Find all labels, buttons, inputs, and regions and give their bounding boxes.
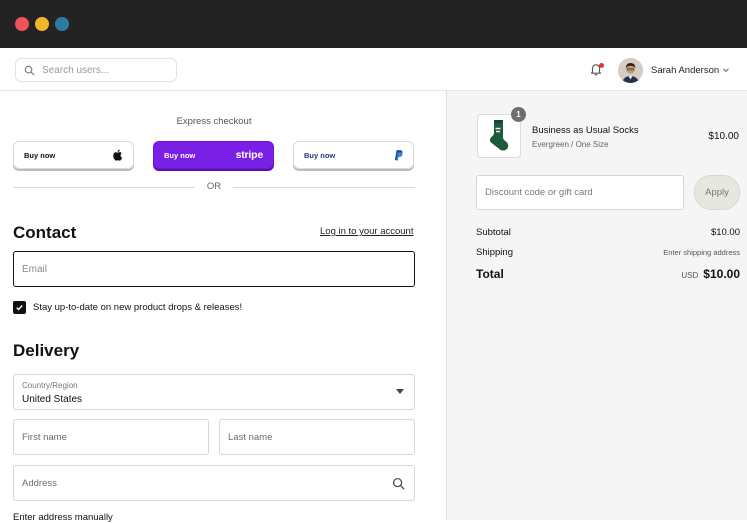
or-divider: OR	[13, 181, 415, 193]
discount-field[interactable]	[476, 175, 684, 210]
subtotal-row: Subtotal $10.00	[476, 227, 740, 241]
total-currency: USD	[681, 271, 699, 280]
apply-button[interactable]: Apply	[694, 175, 740, 210]
apple-pay-button[interactable]: Buy now	[13, 141, 134, 169]
stripe-logo: stripe	[235, 149, 264, 161]
subtotal-label: Subtotal	[476, 227, 511, 238]
email-input[interactable]	[22, 263, 406, 275]
paypal-icon	[394, 150, 403, 161]
total-label: Total	[476, 267, 504, 281]
newsletter-label: Stay up-to-date on new product drops & r…	[33, 302, 243, 313]
last-name-label: Last name	[228, 432, 273, 443]
checkout-form: Express checkout Buy now Buy now stripe …	[0, 91, 446, 523]
window-minimize-button[interactable]	[35, 17, 49, 31]
search-input[interactable]	[42, 64, 162, 76]
product-name: Business as Usual Socks	[532, 125, 639, 136]
shipping-row: Shipping Enter shipping address	[476, 247, 740, 261]
user-name[interactable]: Sarah Anderson	[651, 65, 719, 76]
search-icon[interactable]	[392, 477, 405, 490]
express-checkout-label: Express checkout	[176, 116, 252, 127]
search-icon	[24, 65, 35, 75]
avatar[interactable]	[618, 58, 643, 83]
paypal-label: Buy now	[304, 150, 336, 160]
checkmark-icon	[16, 305, 23, 311]
last-name-field[interactable]: Last name	[219, 419, 415, 455]
email-field[interactable]	[13, 251, 415, 287]
chevron-down-icon[interactable]	[721, 65, 731, 75]
address-label: Address	[22, 478, 57, 489]
shipping-value: Enter shipping address	[663, 248, 740, 257]
discount-input[interactable]	[485, 187, 675, 198]
window-close-button[interactable]	[15, 17, 29, 31]
window-titlebar	[0, 0, 747, 48]
country-select[interactable]: Country/Region United States	[13, 374, 415, 410]
country-value: United States	[22, 394, 83, 405]
quantity-badge: 1	[511, 107, 526, 122]
product-price: $10.00	[708, 131, 739, 142]
contact-heading: Contact	[13, 223, 77, 242]
total-amount: USD $10.00	[681, 267, 740, 281]
apple-pay-label: Buy now	[24, 150, 56, 160]
enter-address-manually-link[interactable]: Enter address manually	[13, 512, 113, 523]
paypal-button[interactable]: Buy now	[293, 141, 414, 169]
total-value: $10.00	[703, 267, 740, 281]
stripe-pay-label: Buy now	[164, 150, 196, 160]
sock-icon	[489, 120, 509, 151]
apple-icon	[113, 149, 123, 161]
dropdown-caret-icon	[396, 389, 404, 394]
user-avatar-image	[618, 58, 643, 83]
delivery-heading: Delivery	[13, 341, 80, 360]
stripe-pay-button[interactable]: Buy now stripe	[153, 141, 274, 169]
order-summary: 1 Business as Usual Socks Evergreen / On…	[446, 91, 747, 520]
search-box[interactable]	[15, 58, 177, 82]
newsletter-checkbox-row[interactable]: Stay up-to-date on new product drops & r…	[13, 301, 242, 314]
first-name-field[interactable]: First name	[13, 419, 209, 455]
address-field[interactable]: Address	[13, 465, 415, 501]
window-maximize-button[interactable]	[55, 17, 69, 31]
country-label: Country/Region	[22, 381, 78, 390]
shipping-label: Shipping	[476, 247, 513, 258]
newsletter-checkbox[interactable]	[13, 301, 26, 314]
subtotal-value: $10.00	[710, 227, 740, 238]
product-variant: Evergreen / One Size	[532, 140, 609, 149]
login-link[interactable]: Log in to your account	[320, 226, 413, 237]
notification-badge	[599, 63, 604, 68]
first-name-label: First name	[22, 432, 67, 443]
total-row: Total USD $10.00	[476, 267, 740, 285]
